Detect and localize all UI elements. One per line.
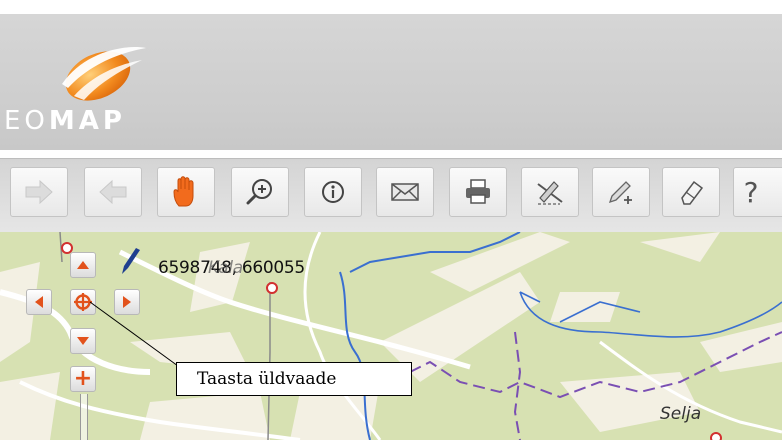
draw-button[interactable] <box>592 167 650 217</box>
triangle-left-icon <box>35 296 43 308</box>
printer-icon <box>466 179 490 204</box>
pan-button[interactable] <box>157 167 215 217</box>
magnifier-plus-icon <box>246 179 272 205</box>
forward-button[interactable] <box>10 167 68 217</box>
pencil-plus-icon <box>608 181 632 204</box>
toolbar: ? <box>0 158 782 233</box>
header-separator <box>0 150 782 158</box>
logo-text-bold: MAP <box>48 106 126 136</box>
logo-wordmark: EOMAP <box>4 106 126 136</box>
erase-button[interactable] <box>662 167 720 217</box>
email-button[interactable] <box>376 167 434 217</box>
logo-text-light: EO <box>4 106 49 136</box>
question-icon: ? <box>743 175 759 209</box>
help-button[interactable]: ? <box>733 167 782 217</box>
arrow-right-icon <box>25 179 53 205</box>
pencil-marker-icon <box>122 248 140 274</box>
back-button[interactable] <box>84 167 142 217</box>
app-header: EOMAP <box>0 14 782 150</box>
print-button[interactable] <box>449 167 507 217</box>
reset-view-tooltip: Taasta üldvaade <box>176 362 412 396</box>
eomap-logo-icon <box>62 47 146 101</box>
envelope-icon <box>391 183 419 201</box>
zoom-slider-track[interactable] <box>80 394 88 440</box>
measure-icon <box>537 181 563 205</box>
zoom-in-tool-button[interactable] <box>231 167 289 217</box>
info-button[interactable] <box>304 167 362 217</box>
hand-icon <box>173 176 194 207</box>
pan-up-button[interactable] <box>70 252 96 278</box>
top-strip <box>0 0 782 14</box>
triangle-up-icon <box>77 261 89 269</box>
pan-left-button[interactable] <box>26 289 52 315</box>
arrow-left-icon <box>99 179 127 205</box>
eraser-icon <box>681 180 704 205</box>
info-icon <box>322 181 344 203</box>
ghost-place-label: Kala <box>208 258 243 278</box>
place-label: Selja <box>660 404 702 424</box>
coordinates-readout: 6598748, 660055 Kala <box>158 258 305 278</box>
measure-button[interactable] <box>521 167 579 217</box>
